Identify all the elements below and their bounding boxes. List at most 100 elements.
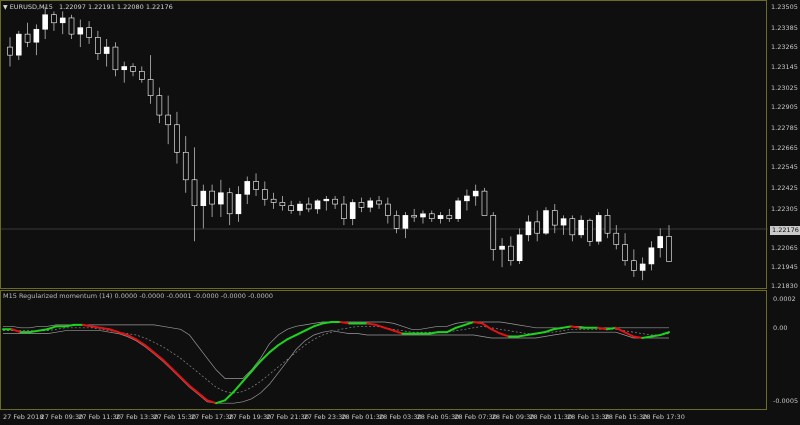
candle-body bbox=[420, 213, 426, 218]
time-tick-label: 28 Feb 17:30 bbox=[642, 413, 685, 421]
price-axis[interactable]: 1.23505 1.23385 1.23265 1.23145 1.23025 1.229… bbox=[767, 0, 800, 290]
momentum-segment bbox=[28, 329, 40, 334]
candle-body bbox=[218, 192, 224, 205]
candle-body bbox=[516, 234, 523, 262]
candle-body bbox=[59, 17, 66, 24]
indicator-tick-label: 0.00 bbox=[773, 324, 788, 333]
momentum-segment bbox=[99, 326, 111, 331]
candle-body bbox=[279, 202, 286, 206]
time-tick-label: 27 Feb 23:30 bbox=[303, 413, 347, 421]
candle-body bbox=[657, 236, 664, 249]
candle-body bbox=[437, 215, 444, 219]
candle-body bbox=[103, 46, 110, 54]
candle-body bbox=[121, 66, 128, 71]
momentum-segment bbox=[117, 331, 129, 337]
triangle-down-icon[interactable]: ▼ bbox=[3, 4, 8, 11]
candle-body bbox=[622, 244, 628, 262]
time-tick-label: 28 Feb 11:30 bbox=[529, 413, 573, 421]
ohlc-readout: 1.22097 1.22191 1.22080 1.22176 bbox=[59, 3, 173, 11]
price-chart-window[interactable] bbox=[0, 0, 768, 289]
momentum-segment bbox=[286, 334, 298, 341]
candle-body bbox=[341, 203, 347, 219]
candle-body bbox=[428, 213, 435, 219]
momentum-segment bbox=[179, 376, 191, 387]
momentum-segment bbox=[277, 338, 289, 347]
time-tick-label: 27 Feb 09:30 bbox=[40, 413, 84, 421]
candle-body bbox=[332, 198, 338, 205]
time-tick-label: 27 Feb 11:30 bbox=[78, 413, 121, 421]
candle-body bbox=[464, 195, 470, 202]
candle-body bbox=[385, 203, 391, 216]
price-tick-label: 1.22905 bbox=[771, 103, 798, 111]
candle-body bbox=[639, 263, 646, 271]
momentum-segment bbox=[534, 331, 546, 335]
time-tick-label: 28 Feb 01:30 bbox=[341, 413, 385, 421]
candle-body bbox=[376, 200, 382, 205]
candle-body bbox=[42, 14, 48, 30]
momentum-segment bbox=[623, 331, 635, 338]
momentum-segment bbox=[90, 325, 102, 329]
candle-body bbox=[551, 210, 558, 226]
momentum-segment bbox=[250, 360, 262, 373]
candle-body bbox=[174, 124, 180, 153]
time-tick-label: 27 Feb 21:30 bbox=[266, 413, 309, 421]
candle-body bbox=[587, 219, 593, 242]
candle-body bbox=[226, 192, 233, 215]
momentum-segment bbox=[197, 392, 209, 402]
momentum-segment bbox=[312, 322, 324, 328]
price-tick-label: 1.23505 bbox=[771, 3, 798, 11]
candle-body bbox=[305, 203, 312, 210]
price-tick-label: 1.22665 bbox=[771, 144, 798, 152]
candle-body bbox=[270, 198, 277, 203]
price-tick-label: 1.23265 bbox=[771, 43, 798, 51]
time-tick-label: 27 Feb 15:30 bbox=[153, 413, 197, 421]
candle-body bbox=[534, 221, 541, 234]
momentum-segment bbox=[259, 351, 271, 363]
candle-body bbox=[244, 181, 251, 195]
momentum-segment bbox=[481, 322, 493, 331]
price-tick-label: 1.23145 bbox=[771, 63, 798, 71]
current-price-tag: 1.22176 bbox=[770, 226, 800, 235]
momentum-segment bbox=[232, 380, 244, 393]
momentum-segment bbox=[161, 358, 173, 370]
candle-body bbox=[130, 66, 136, 72]
candle-body bbox=[349, 202, 356, 219]
candle-body bbox=[402, 215, 409, 229]
momentum-segment bbox=[446, 326, 457, 334]
candle-body bbox=[139, 71, 145, 80]
candle-body bbox=[595, 215, 602, 242]
indicator-tick-label: 0.0002 bbox=[773, 295, 796, 304]
momentum-segment bbox=[659, 331, 670, 337]
momentum-segment bbox=[152, 351, 164, 361]
candle-body bbox=[68, 17, 75, 35]
momentum-segment bbox=[268, 344, 280, 354]
momentum-segment bbox=[188, 384, 200, 395]
candle-body bbox=[499, 245, 505, 250]
momentum-segment bbox=[561, 325, 573, 329]
momentum-segment bbox=[374, 323, 386, 329]
indicator-axis[interactable]: 0.0002 0.00 -0.0005 bbox=[767, 290, 800, 410]
symbol-header[interactable]: ▼ EURUSD,M15 1.22097 1.22191 1.22080 1.2… bbox=[3, 3, 173, 11]
momentum-segment bbox=[366, 322, 377, 326]
time-tick-label: 28 Feb 07:30 bbox=[454, 413, 497, 421]
momentum-segment bbox=[241, 370, 253, 383]
momentum-segment bbox=[303, 325, 315, 332]
momentum-segment bbox=[614, 326, 626, 334]
candle-body bbox=[209, 190, 215, 205]
candle-body bbox=[7, 46, 13, 56]
time-tick-label: 27 Feb 19:30 bbox=[228, 413, 272, 421]
candle-body bbox=[613, 232, 620, 245]
price-tick-label: 1.23385 bbox=[771, 24, 798, 32]
candle-body bbox=[604, 215, 611, 234]
candle-body bbox=[569, 218, 576, 236]
momentum-segment bbox=[392, 329, 404, 335]
candle-body bbox=[323, 198, 330, 202]
candle-body bbox=[393, 215, 400, 229]
time-tick-label: 28 Feb 13:30 bbox=[567, 413, 610, 421]
momentum-segment bbox=[37, 328, 49, 332]
candle-body bbox=[191, 179, 198, 206]
indicator-window[interactable] bbox=[0, 290, 767, 410]
candle-body bbox=[182, 151, 189, 181]
signal-line bbox=[3, 325, 670, 394]
momentum-segment bbox=[454, 323, 466, 329]
